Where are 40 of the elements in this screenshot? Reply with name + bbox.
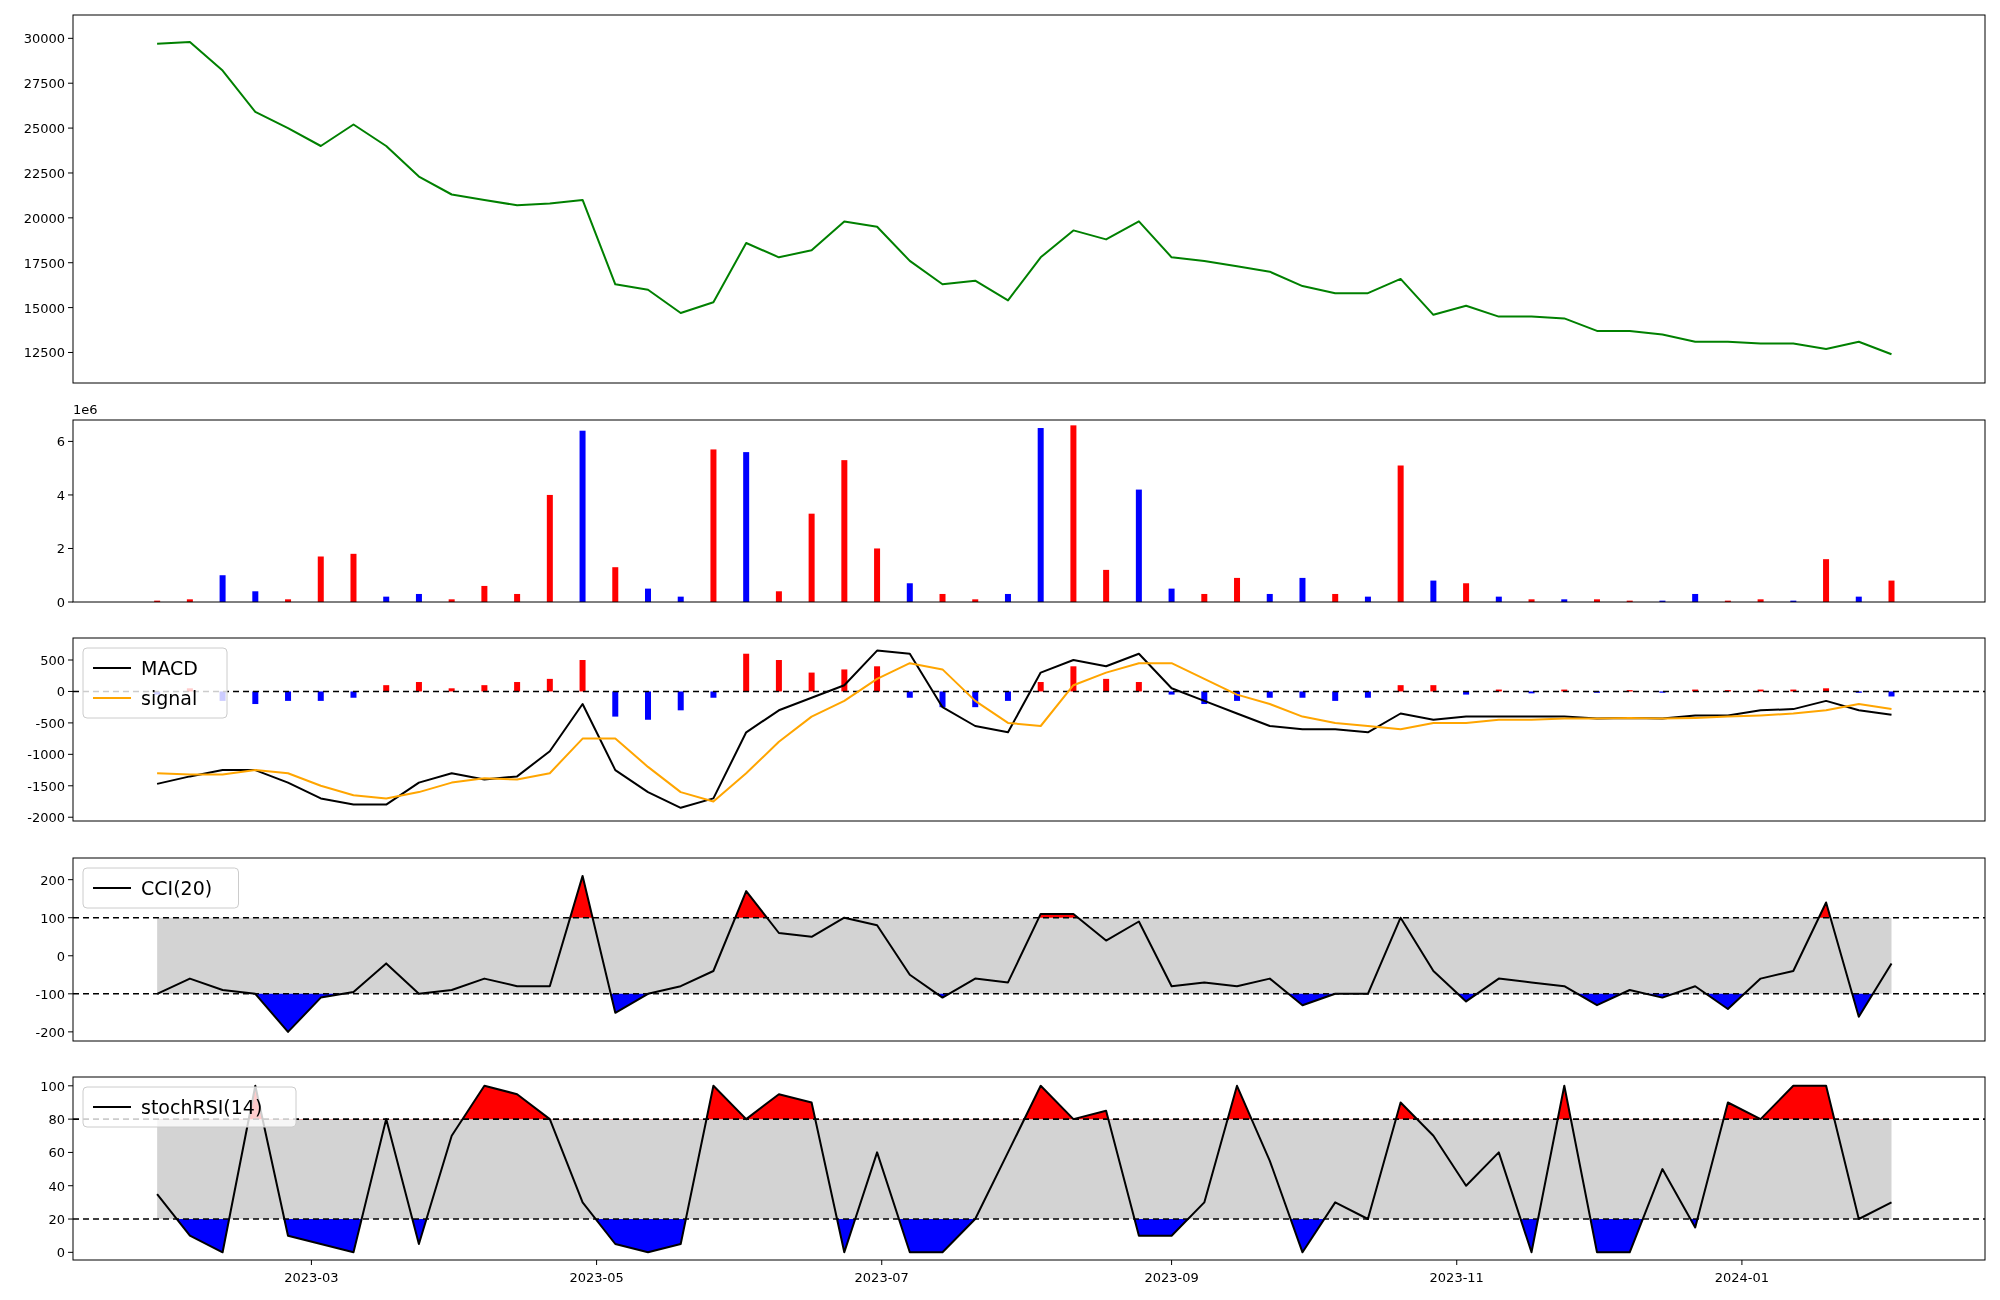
axis-tick-label: 6: [56, 434, 65, 450]
axis-offset-label: 1e6: [73, 402, 98, 417]
axis-tick-label: 0: [56, 948, 65, 964]
axis-tick-label: 0: [56, 1245, 65, 1261]
axis-tick-label: 2024-01: [1714, 1270, 1770, 1285]
axis-tick-label: 4: [56, 487, 65, 503]
axis-tick-label: 17500: [23, 255, 65, 271]
axis-tick-label: 22500: [23, 165, 65, 181]
axis-tick-label: 0: [56, 595, 65, 610]
axis-tick-label: 2023-07: [854, 1270, 909, 1285]
axis-tick-label: 15000: [23, 300, 65, 316]
legend-label: MACD: [141, 657, 198, 679]
axis-tick-label: 27500: [23, 76, 65, 92]
axis-tick-label: -1000: [27, 747, 65, 763]
axis-tick-label: 25000: [23, 121, 65, 137]
axis-tick-label: 2: [56, 541, 65, 557]
axis-tick-label: 2023-05: [569, 1270, 624, 1285]
axis-tick-label: 2023-11: [1429, 1270, 1484, 1285]
legend-label: signal: [141, 687, 198, 709]
axis-tick-label: -2000: [27, 810, 65, 826]
axis-tick-label: 60: [48, 1145, 65, 1161]
axis-tick-label: 30000: [23, 31, 65, 47]
axis-tick-label: 2023-03: [284, 1270, 339, 1285]
axis-tick-label: 80: [48, 1112, 65, 1128]
axis-tick-label: 0: [56, 684, 65, 700]
axis-tick-label: 2023-09: [1144, 1270, 1199, 1285]
axis-tick-label: -100: [35, 986, 65, 1002]
axis-tick-label: 500: [40, 653, 65, 668]
axis-tick-label: 100: [40, 1078, 65, 1094]
axis-tick-label: -200: [35, 1024, 65, 1040]
axis-tick-label: 20000: [23, 210, 65, 226]
axis-tick-label: 100: [40, 910, 65, 926]
legend-label: stochRSI(14): [141, 1096, 263, 1118]
axis-tick-label: 20: [48, 1212, 65, 1228]
legend-label: CCI(20): [141, 877, 213, 899]
axis-tick-label: -500: [35, 715, 65, 731]
axis-tick-label: 12500: [23, 345, 65, 361]
axis-tick-label: 40: [48, 1178, 65, 1194]
axis-tick-label: -1500: [27, 778, 65, 794]
axis-tick-label: 200: [40, 872, 65, 888]
